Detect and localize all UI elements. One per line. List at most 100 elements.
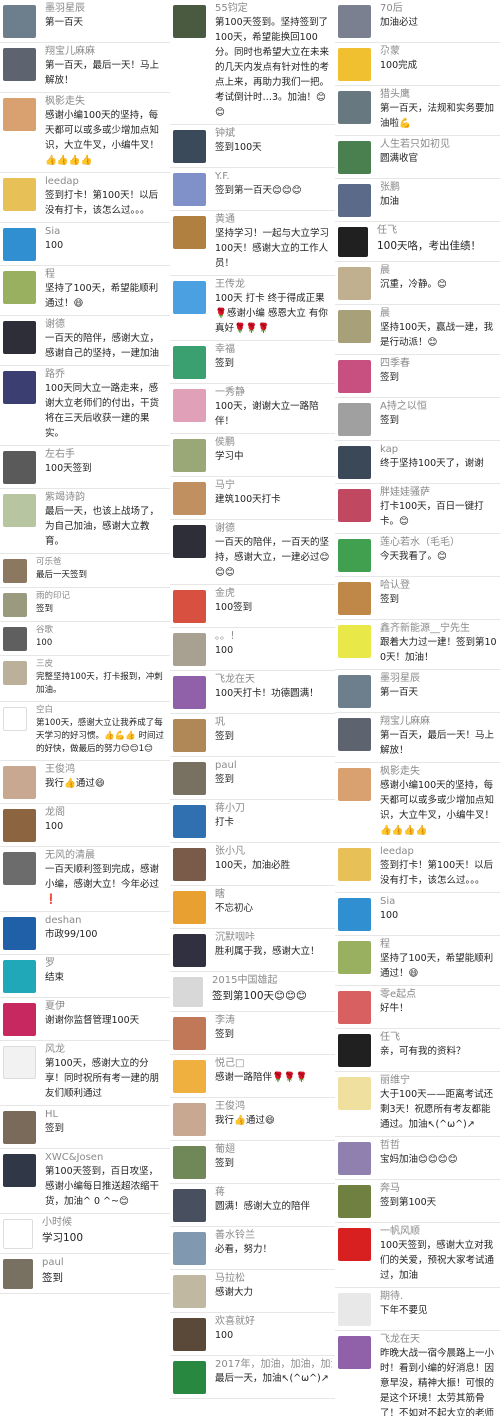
avatar[interactable] [338, 1185, 371, 1218]
avatar[interactable] [338, 582, 371, 615]
user-name[interactable]: 人生若只如初见 [380, 138, 497, 151]
user-name[interactable]: 四季春 [380, 357, 497, 370]
avatar[interactable] [338, 360, 371, 393]
user-name[interactable]: 墨羽星辰 [380, 672, 497, 685]
avatar[interactable] [3, 228, 36, 261]
avatar[interactable] [3, 559, 27, 583]
user-name[interactable]: Y.F. [215, 170, 332, 183]
user-name[interactable]: 龙阁 [45, 806, 167, 819]
user-name[interactable]: 翔宝儿麻麻 [380, 715, 497, 728]
avatar[interactable] [3, 809, 36, 842]
avatar[interactable] [338, 1228, 371, 1261]
user-name[interactable]: 莲心若水（毛毛） [380, 536, 497, 549]
avatar[interactable] [173, 525, 206, 558]
user-name[interactable]: 钟斌 [215, 127, 332, 140]
user-name[interactable]: leedap [45, 175, 167, 188]
avatar[interactable] [173, 1017, 206, 1050]
avatar[interactable] [173, 1189, 206, 1222]
avatar[interactable] [173, 1361, 206, 1394]
avatar[interactable] [338, 403, 371, 436]
user-name[interactable]: Sia [380, 895, 497, 908]
user-name[interactable]: 程 [380, 938, 497, 951]
avatar[interactable] [173, 805, 206, 838]
user-name[interactable]: paul [42, 1256, 167, 1269]
avatar[interactable] [3, 627, 27, 651]
user-name[interactable]: 飞龙在天 [215, 673, 332, 686]
user-name[interactable]: 风龙 [45, 1043, 167, 1056]
avatar[interactable] [173, 676, 206, 709]
avatar[interactable] [3, 960, 36, 993]
avatar[interactable] [338, 1142, 371, 1175]
user-name[interactable]: 期待. [380, 1290, 497, 1303]
user-name[interactable]: 张鹏 [380, 181, 497, 194]
avatar[interactable] [3, 178, 36, 211]
avatar[interactable] [338, 141, 371, 174]
user-name[interactable]: 胖娃娃骚萨 [380, 486, 497, 499]
avatar[interactable] [173, 216, 206, 249]
avatar[interactable] [173, 719, 206, 752]
avatar[interactable] [338, 1034, 371, 1067]
avatar[interactable] [173, 5, 206, 38]
avatar[interactable] [173, 934, 206, 967]
avatar[interactable] [338, 446, 371, 479]
user-name[interactable]: 金虎 [215, 587, 332, 600]
user-name[interactable]: 翔宝儿麻麻 [45, 45, 167, 58]
user-name[interactable]: 2017年，加油，加油，加油 [215, 1358, 332, 1371]
avatar[interactable] [338, 539, 371, 572]
avatar[interactable] [338, 991, 371, 1024]
avatar[interactable] [173, 482, 206, 515]
avatar[interactable] [3, 766, 36, 799]
user-name[interactable]: 零e起点 [380, 988, 497, 1001]
user-name[interactable]: 可乐爸 [36, 556, 167, 569]
user-name[interactable]: 一秀静 [215, 386, 332, 399]
user-name[interactable]: 晨 [380, 264, 497, 277]
user-name[interactable]: deshan [45, 914, 167, 927]
user-name[interactable]: 哈认登 [380, 579, 497, 592]
avatar[interactable] [173, 346, 206, 379]
user-name[interactable]: 任飞 [380, 1031, 497, 1044]
avatar[interactable] [3, 707, 27, 731]
user-name[interactable]: 一帆风顺 [380, 1225, 497, 1238]
user-name[interactable]: Sia [45, 225, 167, 238]
user-name[interactable]: 丽维宁 [380, 1074, 497, 1087]
avatar[interactable] [338, 91, 371, 124]
avatar[interactable] [3, 1003, 36, 1036]
avatar[interactable] [173, 891, 206, 924]
user-name[interactable]: 谢德 [45, 318, 167, 331]
avatar[interactable] [173, 1146, 206, 1179]
avatar[interactable] [338, 768, 371, 801]
user-name[interactable]: 幸福 [215, 343, 332, 356]
user-name[interactable]: 奔马 [380, 1182, 497, 1195]
user-name[interactable]: 空白 [36, 704, 167, 717]
user-name[interactable]: 。。！ [215, 630, 332, 643]
avatar[interactable] [3, 593, 27, 617]
user-name[interactable]: 2015中国雄起 [212, 974, 332, 987]
user-name[interactable]: 紫竭诗韵 [45, 491, 167, 504]
user-name[interactable]: paul [215, 759, 332, 772]
avatar[interactable] [338, 1336, 371, 1369]
user-name[interactable]: 瞎 [215, 888, 332, 901]
user-name[interactable]: 巩 [215, 716, 332, 729]
user-name[interactable]: leedap [380, 845, 497, 858]
avatar[interactable] [173, 590, 206, 623]
avatar[interactable] [3, 917, 36, 950]
user-name[interactable]: 谢德 [215, 522, 332, 535]
user-name[interactable]: HL [45, 1108, 167, 1121]
avatar[interactable] [3, 494, 36, 527]
user-name[interactable]: 程 [45, 268, 167, 281]
user-name[interactable]: 无风的清晨 [45, 849, 167, 862]
avatar[interactable] [338, 184, 371, 217]
user-name[interactable]: 马拉松 [215, 1272, 332, 1285]
avatar[interactable] [3, 321, 36, 354]
avatar[interactable] [3, 1154, 36, 1187]
user-name[interactable]: 晨 [380, 307, 497, 320]
user-name[interactable]: 枫影走失 [45, 95, 167, 108]
avatar[interactable] [338, 267, 371, 300]
user-name[interactable]: 悦己□ [215, 1057, 332, 1070]
avatar[interactable] [3, 48, 36, 81]
avatar[interactable] [338, 941, 371, 974]
avatar[interactable] [3, 1046, 36, 1079]
user-name[interactable]: 雨的印记 [36, 590, 167, 603]
avatar[interactable] [3, 852, 36, 885]
avatar[interactable] [3, 371, 36, 404]
